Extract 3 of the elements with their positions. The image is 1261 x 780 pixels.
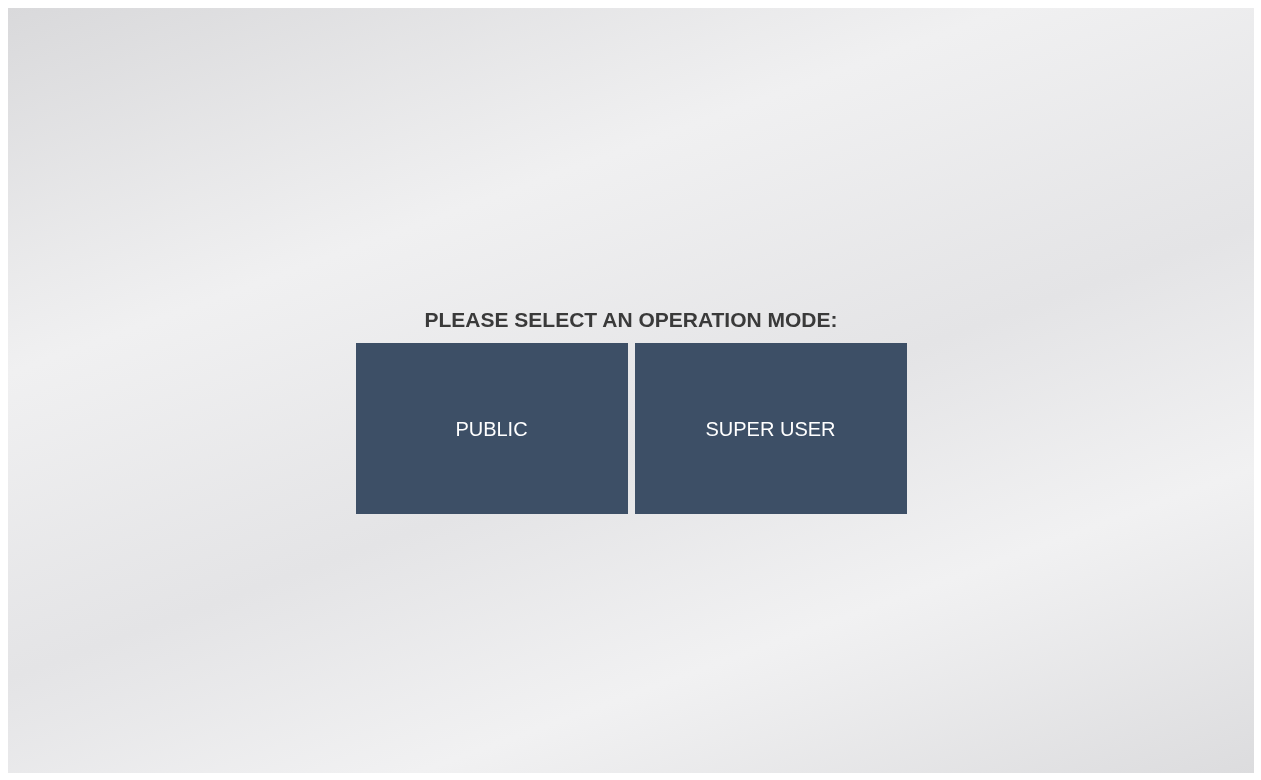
prompt-text: PLEASE SELECT AN OPERATION MODE: [424, 309, 838, 330]
mode-button[interactable]: PUBLIC [355, 343, 628, 514]
mode-button[interactable]: SUPER USER [634, 343, 907, 514]
